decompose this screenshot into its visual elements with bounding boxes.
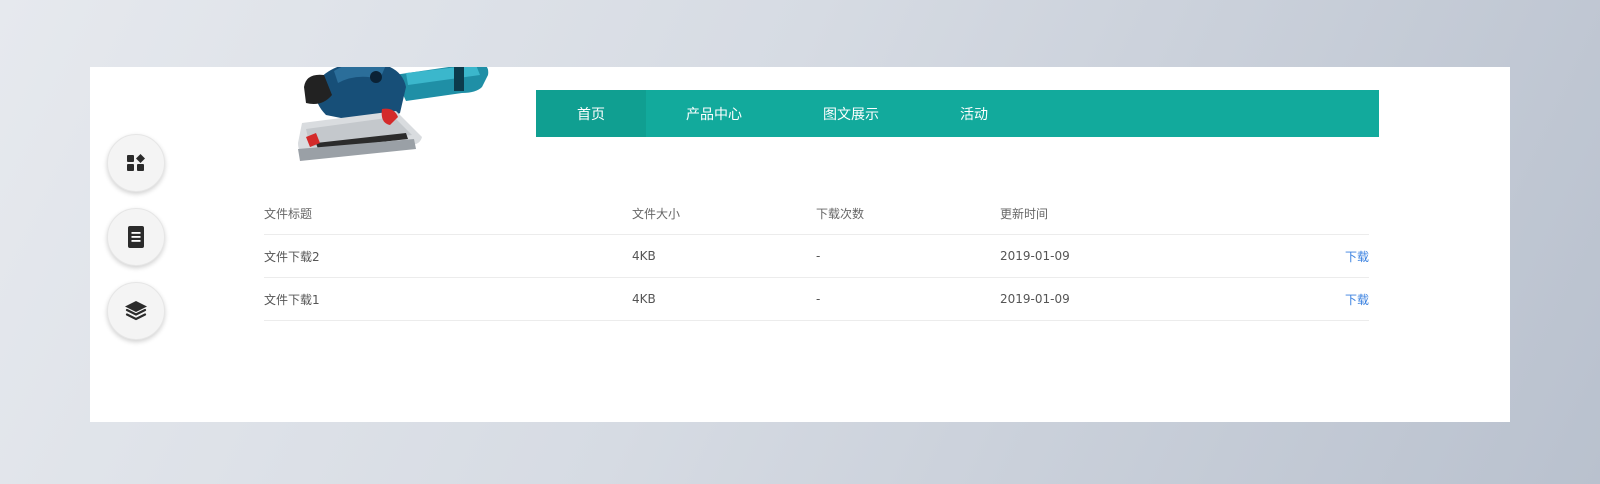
nav-item-home[interactable]: 首页 [536,90,646,137]
table-row: 文件下载2 4KB - 2019-01-09 下载 [264,234,1369,278]
nav-item-events[interactable]: 活动 [920,90,1028,137]
document-button[interactable] [107,208,165,266]
side-toolbar [107,134,167,356]
page-card: 首页 产品中心 图文展示 活动 文件标题 文件大小 下载次数 更新时间 文件下载… [90,67,1510,422]
nav-item-gallery[interactable]: 图文展示 [782,90,920,137]
nav-item-products[interactable]: 产品中心 [646,90,782,137]
cell-file-title: 文件下载2 [264,234,632,278]
document-icon [128,226,144,248]
cell-update-time: 2019-01-09 [1000,277,1300,321]
layers-button[interactable] [107,282,165,340]
layers-icon [125,301,147,321]
download-link[interactable]: 下载 [1345,250,1369,264]
cell-action: 下载 [1300,234,1369,278]
main-nav: 首页 产品中心 图文展示 活动 [536,90,1379,137]
download-link[interactable]: 下载 [1345,293,1369,307]
header-file-title: 文件标题 [264,192,632,235]
apps-button[interactable] [107,134,165,192]
header-file-size: 文件大小 [632,192,816,235]
cell-download-count: - [816,234,1000,278]
downloads-table: 文件标题 文件大小 下载次数 更新时间 文件下载2 4KB - 2019-01-… [264,192,1369,321]
product-image [276,67,506,165]
apps-grid-icon [127,154,145,171]
cell-file-title: 文件下载1 [264,277,632,321]
cell-update-time: 2019-01-09 [1000,234,1300,278]
cell-file-size: 4KB [632,277,816,321]
table-row: 文件下载1 4KB - 2019-01-09 下载 [264,277,1369,321]
header-action [1300,192,1369,235]
header-download-count: 下载次数 [816,192,1000,235]
table-header-row: 文件标题 文件大小 下载次数 更新时间 [264,192,1369,235]
cell-download-count: - [816,277,1000,321]
cell-action: 下载 [1300,277,1369,321]
header-update-time: 更新时间 [1000,192,1300,235]
cell-file-size: 4KB [632,234,816,278]
